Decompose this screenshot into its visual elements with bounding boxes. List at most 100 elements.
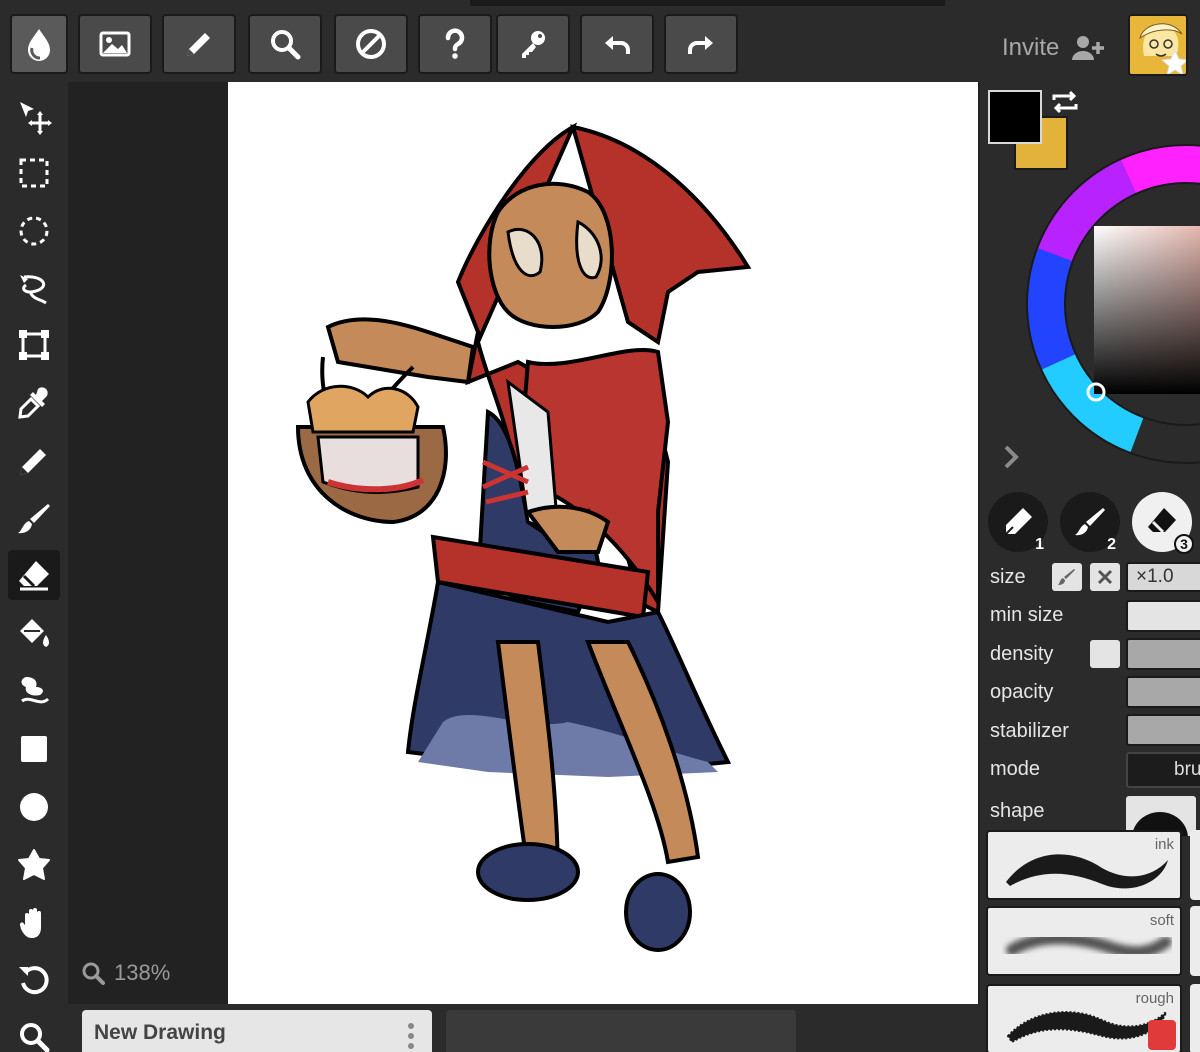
lasso-tool[interactable] <box>8 264 60 314</box>
zoom-indicator[interactable]: 138% <box>80 960 170 986</box>
invite-label: Invite <box>1002 34 1060 61</box>
hand-tool[interactable] <box>8 898 60 948</box>
rotate-tool[interactable] <box>8 956 60 1006</box>
menu-button[interactable] <box>10 14 68 74</box>
fire-icon <box>1162 1026 1182 1052</box>
mode-select[interactable]: bru <box>1126 752 1200 788</box>
left-toolbar <box>0 82 68 1052</box>
tab-new-drawing[interactable]: New Drawing <box>82 1010 432 1052</box>
smudge-icon <box>21 677 50 704</box>
add-user-icon <box>1072 36 1105 60</box>
pen-icon <box>1005 508 1032 535</box>
canvas-area <box>68 82 1027 1052</box>
transform-tool[interactable] <box>8 320 60 370</box>
preset-column-2[interactable] <box>1190 906 1200 976</box>
preset-column-2[interactable] <box>1190 984 1200 1052</box>
fill-tool[interactable] <box>8 608 60 658</box>
help-button[interactable] <box>418 14 492 74</box>
smudge-tool[interactable] <box>8 666 60 716</box>
close-icon <box>1097 569 1113 585</box>
brush-icon <box>1058 569 1075 585</box>
brush-slot-2[interactable]: 2 <box>1060 492 1120 553</box>
magnifier-icon <box>82 962 105 985</box>
logo-icon <box>28 29 50 61</box>
eraser-icon <box>1148 508 1176 534</box>
density-slider[interactable] <box>1126 638 1200 670</box>
size-multiplier[interactable]: ×1.0 <box>1126 562 1200 592</box>
question-icon <box>445 28 465 59</box>
top-toolbar: Invite <box>0 0 1200 82</box>
move-select-icon <box>20 102 52 135</box>
search-button[interactable] <box>248 14 322 74</box>
preset-label: soft <box>1149 912 1174 929</box>
undo-icon <box>605 36 630 54</box>
preset-label: rough <box>1135 990 1174 1007</box>
star-badge-icon <box>1160 48 1186 74</box>
zoom-tool[interactable] <box>8 1012 60 1052</box>
brush-slot-3[interactable]: 3 <box>1132 492 1194 554</box>
more-options-icon[interactable] <box>408 1022 414 1050</box>
key-icon <box>522 31 545 58</box>
artwork <box>295 122 752 952</box>
color-wheel[interactable] <box>1024 138 1200 478</box>
brush-slot-number: 1 <box>1035 536 1044 553</box>
pencil-button[interactable] <box>162 14 236 74</box>
chevron-right-icon[interactable] <box>1000 444 1022 470</box>
stabilizer-slider[interactable] <box>1126 714 1200 746</box>
eyedropper-icon <box>18 387 48 419</box>
key-button[interactable] <box>496 14 570 74</box>
min-size-label: min size <box>990 604 1064 626</box>
soft-stroke-preview <box>1006 932 1172 959</box>
tab-empty[interactable] <box>446 1010 796 1052</box>
opacity-slider[interactable] <box>1126 676 1200 708</box>
min-size-slider[interactable] <box>1126 600 1200 632</box>
lasso-icon <box>20 275 47 305</box>
zoom-level: 138% <box>114 960 171 985</box>
pencil-tool[interactable] <box>8 436 60 486</box>
eyedropper-tool[interactable] <box>8 378 60 428</box>
size-label: size <box>990 566 1026 588</box>
ellipse-select-tool[interactable] <box>8 206 60 256</box>
brush-slot-number: 2 <box>1107 536 1116 553</box>
polygon-tool[interactable] <box>8 840 60 890</box>
rectangle-tool[interactable] <box>8 724 60 774</box>
hue-ring <box>1026 144 1200 464</box>
eraser-icon <box>19 561 49 591</box>
size-multiplier-toggle[interactable] <box>1090 563 1120 591</box>
zoom-icon <box>20 1023 50 1052</box>
avatar[interactable] <box>1128 14 1188 76</box>
redo-button[interactable] <box>664 14 738 74</box>
pressure-density-toggle[interactable] <box>1090 640 1120 668</box>
pressure-size-toggle[interactable] <box>1052 563 1082 591</box>
preset-ink[interactable]: ink <box>986 830 1182 900</box>
undo-button[interactable] <box>580 14 654 74</box>
ellipse-select-icon <box>19 216 49 246</box>
primary-color-swatch[interactable] <box>988 90 1042 144</box>
density-label: density <box>990 643 1054 665</box>
hand-icon <box>19 908 41 938</box>
circle-icon <box>20 793 48 821</box>
move-select-tool[interactable] <box>8 92 60 142</box>
preset-column-2[interactable] <box>1190 830 1200 900</box>
transform-icon <box>19 330 49 360</box>
eraser-tool[interactable] <box>8 550 60 600</box>
preset-rough[interactable]: rough <box>986 984 1182 1052</box>
brush-icon <box>18 504 50 534</box>
stabilizer-label: stabilizer <box>990 720 1069 742</box>
drawing-canvas[interactable] <box>228 82 978 1004</box>
rect-select-tool[interactable] <box>8 148 60 198</box>
ellipse-tool[interactable] <box>8 782 60 832</box>
redo-icon <box>688 36 713 54</box>
preset-soft[interactable]: soft <box>986 906 1182 976</box>
document-tabs: New Drawing <box>68 1004 980 1052</box>
magnifier-icon <box>271 30 301 60</box>
brush-tool[interactable] <box>8 494 60 544</box>
image-icon <box>99 31 131 57</box>
image-button[interactable] <box>78 14 152 74</box>
swap-colors-icon[interactable] <box>1050 90 1080 114</box>
adjust-button[interactable] <box>334 14 408 74</box>
pencil-icon <box>20 449 46 475</box>
brush-slot-1[interactable]: 1 <box>988 492 1048 553</box>
mode-label: mode <box>990 758 1041 780</box>
invite-button[interactable]: Invite <box>1002 34 1105 62</box>
